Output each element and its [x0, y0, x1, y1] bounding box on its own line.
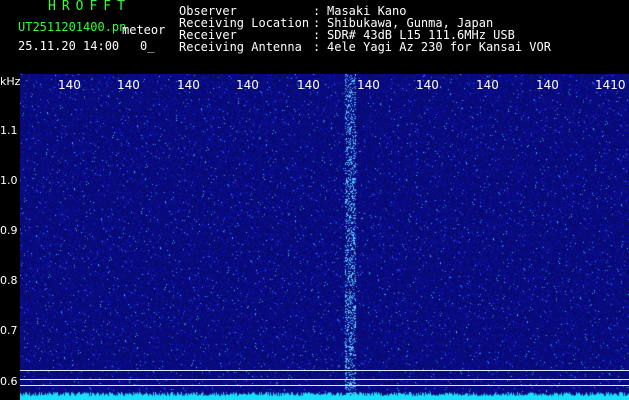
x-tick-label: 140	[236, 78, 259, 92]
x-tick-label: 140	[58, 78, 81, 92]
reference-line	[20, 379, 629, 380]
header: HROFFT UT2511201400.pn meteor 25.11.20 1…	[0, 0, 629, 74]
x-tick-label: 140	[117, 78, 140, 92]
spectrogram-canvas	[20, 74, 629, 400]
y-tick-label: 1.0	[0, 174, 18, 187]
y-tick-label: 0.7	[0, 324, 18, 337]
x-tick-label: 1410	[595, 78, 626, 92]
reference-line	[20, 385, 629, 386]
antenna-value: 4ele Yagi Az 230 for Kansai VOR	[327, 40, 551, 54]
y-tick-label: 1.1	[0, 124, 18, 137]
app-title: HROFFT	[48, 0, 131, 14]
y-tick-label: 0.8	[0, 274, 18, 287]
status-indicator: 0_	[140, 39, 155, 53]
y-unit-label: kHz	[0, 75, 21, 88]
x-tick-label: 140	[536, 78, 559, 92]
x-tick-label: 140	[416, 78, 439, 92]
y-tick-label: 0.6	[0, 375, 18, 388]
x-tick-label: 140	[177, 78, 200, 92]
reference-line	[20, 370, 629, 371]
mode-label: meteor	[122, 23, 166, 37]
antenna-colon: :	[313, 40, 321, 54]
y-tick-label: 0.9	[0, 224, 18, 237]
y-axis: kHz 1.1 1.0 0.9 0.8 0.7 0.6	[0, 74, 20, 400]
x-tick-label: 140	[476, 78, 499, 92]
antenna-label: Receiving Antenna	[179, 40, 302, 54]
x-tick-label: 140	[297, 78, 320, 92]
datetime: 25.11.20 14:00	[18, 39, 120, 53]
x-tick-label: 140	[357, 78, 380, 92]
file-name: UT2511201400.pn	[18, 20, 127, 34]
